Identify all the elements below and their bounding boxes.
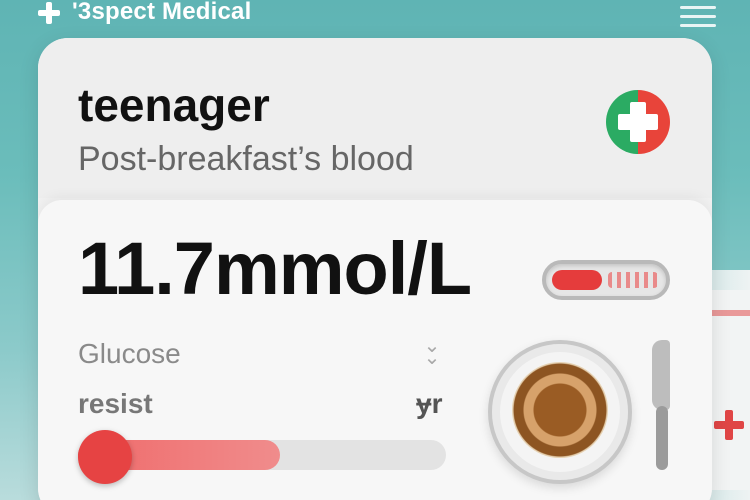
medical-cross-icon xyxy=(38,2,60,24)
hamburger-menu-icon[interactable] xyxy=(680,6,716,27)
brand-name: '3spect Medical xyxy=(72,0,252,25)
glucose-card: teenager Post-breakfast’s blood 11.7mmol… xyxy=(38,38,712,500)
background-medical-box xyxy=(706,290,750,490)
reading-level-ticks xyxy=(608,272,658,288)
pancake-icon xyxy=(512,362,608,458)
medical-cross-icon xyxy=(606,90,670,154)
knife-icon xyxy=(652,340,672,470)
glucose-label: Glucose xyxy=(78,338,181,369)
chevron-down-icon[interactable]: ⌄ ⌄ xyxy=(420,336,444,368)
glucose-reading: 11.7mmol/L xyxy=(78,227,472,310)
profile-title: teenager xyxy=(78,79,270,131)
reading-panel: 11.7mmol/L Glucose ⌄ ⌄ resist ɏr xyxy=(38,200,712,500)
background-cross-icon xyxy=(714,410,744,440)
resist-label: resist xyxy=(78,388,153,419)
resistance-progress-track[interactable] xyxy=(78,440,446,470)
reading-level-meter xyxy=(542,260,670,300)
resist-unit: ɏr xyxy=(416,388,443,419)
reading-level-fill xyxy=(552,270,602,290)
measurement-subtitle: Post-breakfast’s blood xyxy=(78,140,414,178)
card-header: teenager Post-breakfast’s blood xyxy=(38,38,712,198)
background-box-stripe xyxy=(710,310,750,316)
resistance-slider-knob[interactable] xyxy=(78,430,132,484)
top-bar: '3spect Medical xyxy=(0,0,750,30)
